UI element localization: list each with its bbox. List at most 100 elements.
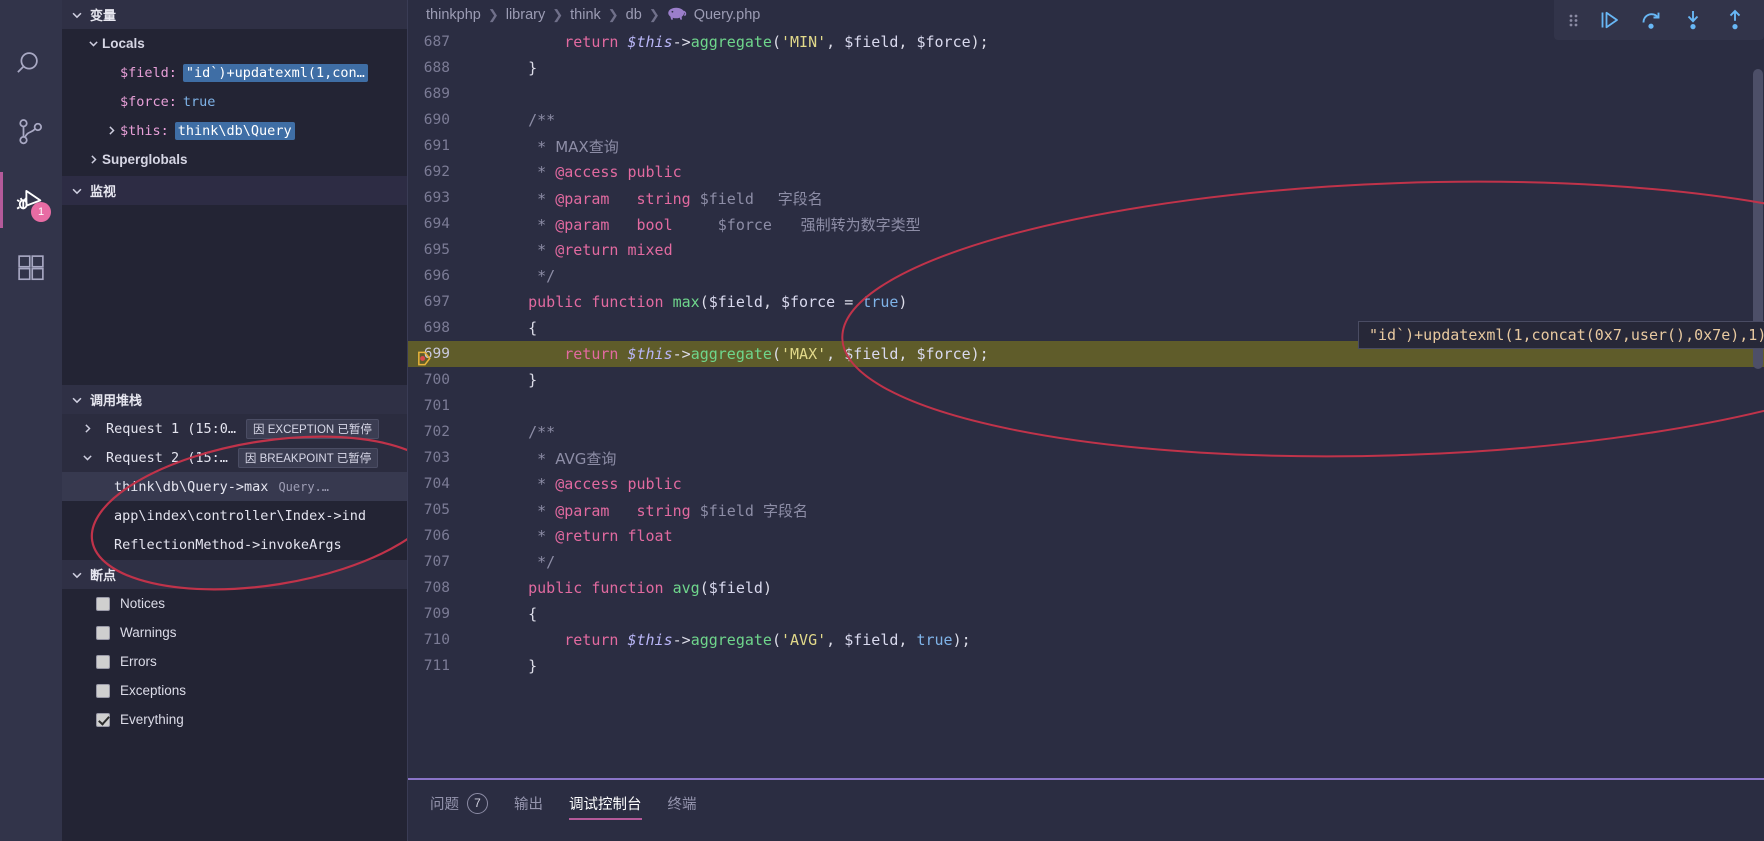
- callstack-frame-index[interactable]: app\index\controller\Index->ind: [62, 501, 407, 530]
- code-line-707[interactable]: 707 */: [408, 549, 1764, 575]
- breakpoint-label: Errors: [120, 654, 157, 669]
- callstack-section-header[interactable]: 调用堆栈: [62, 385, 407, 414]
- tab-debug-console[interactable]: 调试控制台: [569, 780, 642, 826]
- tab-label: 输出: [514, 796, 543, 813]
- variable-row-field[interactable]: $field: "id`)+updatexml(1,con…: [62, 58, 407, 87]
- code-line-690[interactable]: 690 /**: [408, 107, 1764, 133]
- source-control-icon[interactable]: [0, 98, 62, 166]
- code-line-696[interactable]: 696 */: [408, 263, 1764, 289]
- variable-value: true: [182, 93, 216, 110]
- breakpoint-label: Warnings: [120, 625, 177, 640]
- variable-name: $field:: [120, 64, 177, 81]
- breadcrumb-item-library[interactable]: library: [506, 7, 545, 23]
- variables-group-superglobals[interactable]: Superglobals: [62, 145, 407, 174]
- step-out-icon[interactable]: [1714, 0, 1756, 40]
- code-text: * @param string $field 字段名: [492, 501, 808, 520]
- variables-group-locals[interactable]: Locals: [62, 29, 407, 58]
- code-line-709[interactable]: 709 {: [408, 601, 1764, 627]
- code-line-689[interactable]: 689: [408, 81, 1764, 107]
- variables-group-user-defined-constants[interactable]: User defined constants: [62, 174, 407, 176]
- breadcrumb-item-file[interactable]: Query.php: [694, 7, 761, 23]
- chevron-down-icon[interactable]: [78, 451, 96, 464]
- breakpoints-body: Notices Warnings Errors Exceptions Every…: [62, 589, 407, 841]
- line-number: 687: [423, 34, 450, 50]
- line-number: 706: [423, 528, 450, 544]
- code-line-710[interactable]: 710 return $this->aggregate('AVG', $fiel…: [408, 627, 1764, 653]
- tab-output[interactable]: 输出: [514, 780, 543, 826]
- drag-grip-icon[interactable]: [1562, 0, 1588, 40]
- chevron-down-icon: [70, 568, 84, 582]
- code-text: {: [492, 319, 538, 337]
- step-into-icon[interactable]: [1672, 0, 1714, 40]
- callstack-request-1[interactable]: Request 1 (15:0… 因 EXCEPTION 已暂停: [62, 414, 407, 443]
- code-line-688[interactable]: 688 }: [408, 55, 1764, 81]
- callstack-frame-reflectionmethod[interactable]: ReflectionMethod->invokeArgs: [62, 530, 407, 559]
- breakpoint-row-errors[interactable]: Errors: [62, 647, 407, 676]
- breakpoint-row-notices[interactable]: Notices: [62, 589, 407, 618]
- breadcrumb-item-think[interactable]: think: [570, 7, 601, 23]
- sidebar-item-run-and-debug[interactable]: 1: [0, 166, 62, 234]
- code-line-691[interactable]: 691 * MAX查询: [408, 133, 1764, 159]
- continue-icon[interactable]: [1588, 0, 1630, 40]
- breakpoint-row-warnings[interactable]: Warnings: [62, 618, 407, 647]
- chevron-down-icon: [70, 393, 84, 407]
- frame-location: Query.…: [278, 479, 330, 494]
- line-number: 697: [423, 294, 450, 310]
- extensions-icon[interactable]: [0, 234, 62, 302]
- code-line-711[interactable]: 711 }: [408, 653, 1764, 679]
- code-text: * @param bool $force 强制转为数字类型: [492, 215, 921, 234]
- tab-terminal[interactable]: 终端: [668, 780, 697, 826]
- code-line-692[interactable]: 692 * @access public: [408, 159, 1764, 185]
- code-line-702[interactable]: 702 /**: [408, 419, 1764, 445]
- line-number: 693: [423, 190, 450, 206]
- code-line-708[interactable]: 708 public function avg($field): [408, 575, 1764, 601]
- line-number: 694: [423, 216, 450, 232]
- line-number: 705: [423, 502, 450, 518]
- code-text: return $this->aggregate('MIN', $field, $…: [564, 33, 989, 51]
- breadcrumb-item-db[interactable]: db: [626, 7, 642, 23]
- callstack-frame-app-invoke[interactable]: think\App->invokeReflectMethod: [62, 559, 407, 560]
- breadcrumb-item-thinkphp[interactable]: thinkphp: [426, 7, 481, 23]
- code-line-701[interactable]: 701: [408, 393, 1764, 419]
- callstack-request-2[interactable]: Request 2 (15:… 因 BREAKPOINT 已暂停: [62, 443, 407, 472]
- code-line-704[interactable]: 704 * @access public: [408, 471, 1764, 497]
- watch-body[interactable]: [62, 205, 407, 385]
- code-line-695[interactable]: 695 * @return mixed: [408, 237, 1764, 263]
- step-over-icon[interactable]: [1630, 0, 1672, 40]
- editor-scrollbar[interactable]: [1752, 29, 1764, 778]
- request-label: Request 1 (15:0…: [106, 420, 237, 437]
- debug-value-tooltip: "id`)+updatexml(1,concat(0x7,user(),0x7e…: [1358, 321, 1764, 349]
- breakpoints-section-header[interactable]: 断点: [62, 560, 407, 589]
- tab-problems[interactable]: 问题 7: [430, 780, 488, 826]
- variable-row-force[interactable]: $force: true: [62, 87, 407, 116]
- watch-section-header[interactable]: 监视: [62, 176, 407, 205]
- checkbox[interactable]: [96, 596, 110, 611]
- line-number: 695: [423, 242, 450, 258]
- code-line-697[interactable]: 697 public function max($field, $force =…: [408, 289, 1764, 315]
- code-line-706[interactable]: 706 * @return float: [408, 523, 1764, 549]
- code-line-694[interactable]: 694 * @param bool $force 强制转为数字类型: [408, 211, 1764, 237]
- chevron-right-icon[interactable]: [102, 124, 120, 137]
- checkbox[interactable]: [96, 683, 110, 698]
- pause-reason-badge: 因 EXCEPTION 已暂停: [246, 418, 379, 439]
- callstack-frame-query-max[interactable]: think\db\Query->max Query.…: [62, 472, 407, 501]
- debug-toolbar: [1554, 0, 1764, 40]
- code-line-705[interactable]: 705 * @param string $field 字段名: [408, 497, 1764, 523]
- variable-row-this[interactable]: $this: think\db\Query: [62, 116, 407, 145]
- code-editor[interactable]: 687 return $this->aggregate('MIN', $fiel…: [408, 29, 1764, 778]
- checkbox[interactable]: [96, 712, 110, 727]
- debug-badge: 1: [31, 202, 51, 222]
- search-icon[interactable]: [0, 30, 62, 98]
- code-line-703[interactable]: 703 * AVG查询: [408, 445, 1764, 471]
- code-text: }: [492, 59, 538, 77]
- variables-section-header[interactable]: 变量: [62, 0, 407, 29]
- checkbox[interactable]: [96, 625, 110, 640]
- code-line-700[interactable]: 700 }: [408, 367, 1764, 393]
- breakpoint-row-exceptions[interactable]: Exceptions: [62, 676, 407, 705]
- chevron-right-icon[interactable]: [78, 422, 96, 435]
- breakpoint-row-everything[interactable]: Everything: [62, 705, 407, 734]
- frame-label: ReflectionMethod->invokeArgs: [114, 536, 342, 553]
- line-number: 698: [423, 320, 450, 336]
- code-line-693[interactable]: 693 * @param string $field 字段名: [408, 185, 1764, 211]
- checkbox[interactable]: [96, 654, 110, 669]
